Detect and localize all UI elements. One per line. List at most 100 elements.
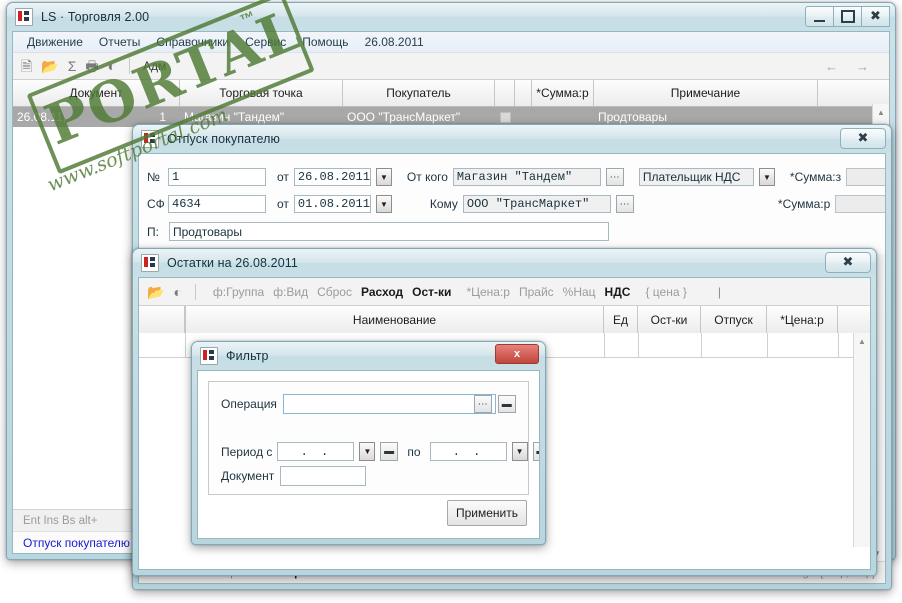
note-input[interactable]: Продтовары xyxy=(169,222,609,241)
scroll-up-icon[interactable]: ▲ xyxy=(854,333,870,349)
stock-rashod[interactable]: Расход xyxy=(361,285,403,299)
menu-item-servis[interactable]: Сервис xyxy=(237,35,294,49)
checkbox-icon[interactable] xyxy=(499,111,511,123)
minimize-icon xyxy=(814,17,825,22)
column-header-buyer[interactable]: Покупатель xyxy=(343,80,495,106)
to-input[interactable]: ООО "ТрансМаркет" xyxy=(462,195,611,213)
sum-z-input[interactable] xyxy=(846,168,885,186)
num-date-input[interactable]: 26.08.2011 xyxy=(293,168,371,186)
doc-invoice-row: СФ 4634 от 01.08.2011 ▼ Кому ООО "ТрансМ… xyxy=(147,195,885,213)
open-folder-icon[interactable]: 📂 xyxy=(41,59,58,73)
menu-item-spravochniki[interactable]: Справочники xyxy=(148,35,237,49)
close-icon: x xyxy=(513,348,521,360)
period-from-clear-button[interactable]: ▬ xyxy=(380,442,399,461)
column-header-flag1[interactable] xyxy=(495,80,515,106)
sf-date-input[interactable]: 01.08.2011 xyxy=(293,195,371,213)
apply-button[interactable]: Применить xyxy=(447,500,527,526)
document-window-controls[interactable]: ✖ xyxy=(840,128,886,149)
nav-back-icon[interactable]: ← xyxy=(825,59,838,74)
vat-dropdown-icon[interactable]: ▼ xyxy=(758,168,775,186)
column-header-store[interactable]: Торговая точка xyxy=(180,80,343,106)
chart-pie-icon[interactable]: ◐ xyxy=(173,285,181,299)
column-header-name[interactable]: Наименование xyxy=(186,306,604,334)
stock-window-titlebar[interactable]: Остатки на 26.08.2011 ✖ xyxy=(133,249,876,277)
maximize-button[interactable] xyxy=(833,6,862,27)
filter-dialog-titlebar[interactable]: Фильтр x xyxy=(192,342,545,370)
nav-forward-icon[interactable]: → xyxy=(856,59,869,74)
close-button[interactable]: ✖ xyxy=(840,128,886,149)
menu-item-dvizhenie[interactable]: Движение xyxy=(19,35,91,49)
stock-nats[interactable]: %Нац xyxy=(563,285,596,299)
period-to-clear-button[interactable]: ▬ xyxy=(532,442,539,461)
stock-ostki[interactable]: Ост-ки xyxy=(412,285,451,299)
column-header-document[interactable]: Документ xyxy=(13,80,180,106)
print-icon[interactable]: 🖶 xyxy=(85,59,98,73)
minimize-button[interactable] xyxy=(805,6,834,27)
sum-r-input[interactable] xyxy=(835,195,885,213)
chart-pie-icon[interactable]: ◐ xyxy=(108,59,116,73)
stock-window-controls[interactable]: ✖ xyxy=(825,252,871,273)
stock-filter-group[interactable]: ф:Группа xyxy=(213,285,264,299)
period-from-dropdown-icon[interactable]: ▼ xyxy=(359,442,376,461)
column-header-sum[interactable]: *Сумма:p xyxy=(532,80,594,106)
stock-prays[interactable]: Прайс xyxy=(519,285,554,299)
operation-clear-button[interactable]: ▬ xyxy=(497,395,516,413)
main-window-controls[interactable]: ✖ xyxy=(805,6,890,27)
stock-price-r[interactable]: *Цена:p xyxy=(466,285,510,299)
menu-item-otchety[interactable]: Отчеты xyxy=(91,35,148,49)
maximize-icon xyxy=(840,10,855,23)
main-toolbar[interactable]: 🗎 📂 Σ 🖶 ◐ Адм ← → xyxy=(13,53,889,80)
filter-dialog-controls[interactable]: x xyxy=(495,344,539,364)
column-header-blank1[interactable] xyxy=(139,306,185,334)
stock-scrollbar[interactable]: ▲ xyxy=(853,333,870,547)
num-input[interactable]: 1 xyxy=(168,168,266,186)
sum-r-label: *Сумма:p xyxy=(777,197,831,211)
operation-input[interactable] xyxy=(282,394,496,414)
app-icon xyxy=(15,8,33,26)
stock-reset[interactable]: Сброс xyxy=(317,285,352,299)
period-from-input[interactable]: . . xyxy=(277,442,355,461)
column-header-flag2[interactable] xyxy=(515,80,532,106)
new-document-icon[interactable]: 🗎 xyxy=(21,59,32,73)
sf-date-dropdown-icon[interactable]: ▼ xyxy=(375,195,392,213)
menu-bar[interactable]: Движение Отчеты Справочники Сервис Помощ… xyxy=(13,32,889,53)
stock-grid-header: Наименование Ед Ост-ки Отпуск *Цена:p xyxy=(139,306,870,335)
sf-input[interactable]: 4634 xyxy=(168,195,266,213)
operation-browse-button[interactable]: ⋯ xyxy=(473,395,492,413)
document-header-panel: № 1 от 26.08.2011 ▼ От кого Магазин "Тан… xyxy=(139,154,885,255)
stock-nds[interactable]: НДС xyxy=(605,285,631,299)
open-folder-icon[interactable]: 📂 xyxy=(147,285,164,299)
column-header-stock[interactable]: Ост-ки xyxy=(638,306,701,334)
close-button[interactable]: ✖ xyxy=(861,6,890,27)
menu-item-pomosch[interactable]: Помощь xyxy=(294,35,356,49)
column-header-note[interactable]: Примечание xyxy=(594,80,818,106)
menu-current-date: 26.08.2011 xyxy=(364,35,424,49)
filter-dialog[interactable]: Фильтр x Операция ⋯ ▬ Период с . . ▼ ▬ п… xyxy=(191,341,546,545)
num-date-dropdown-icon[interactable]: ▼ xyxy=(375,168,392,186)
close-button[interactable]: ✖ xyxy=(825,252,871,273)
stock-filter-kind[interactable]: ф:Вид xyxy=(273,285,308,299)
from-input[interactable]: Магазин "Тандем" xyxy=(452,168,601,186)
document-window-titlebar[interactable]: Отпуск покупателю ✖ xyxy=(133,125,891,153)
to-browse-button[interactable]: ⋯ xyxy=(615,195,634,213)
scroll-up-icon[interactable]: ▲ xyxy=(873,104,889,120)
column-header-unit[interactable]: Ед xyxy=(604,306,638,334)
user-label: Адм xyxy=(143,59,167,73)
toolbar-nav[interactable]: ← → xyxy=(825,59,869,74)
sf-date-label: от xyxy=(277,197,289,211)
close-button[interactable]: x xyxy=(495,344,539,364)
period-to-dropdown-icon[interactable]: ▼ xyxy=(511,442,528,461)
main-window-titlebar[interactable]: LS · Торговля 2.00 ✖ xyxy=(7,3,895,31)
period-label: Период с xyxy=(221,444,273,459)
sum-sigma-icon[interactable]: Σ xyxy=(68,59,77,73)
document-input[interactable] xyxy=(280,466,367,486)
stock-toolbar[interactable]: 📂 ◐ ф:Группа ф:Вид Сброс Расход Ост-ки *… xyxy=(139,278,870,306)
stock-cena-brackets[interactable]: { цена } xyxy=(645,285,686,299)
main-hint-text: Отпуск покупателю xyxy=(23,535,130,550)
column-header-price[interactable]: *Цена:p xyxy=(767,306,838,334)
column-header-release[interactable]: Отпуск xyxy=(701,306,767,334)
cell-flag1[interactable] xyxy=(495,111,515,123)
from-browse-button[interactable]: ⋯ xyxy=(605,168,624,186)
vat-select[interactable]: Плательщик НДС xyxy=(638,168,754,186)
period-to-input[interactable]: . . xyxy=(429,442,507,461)
